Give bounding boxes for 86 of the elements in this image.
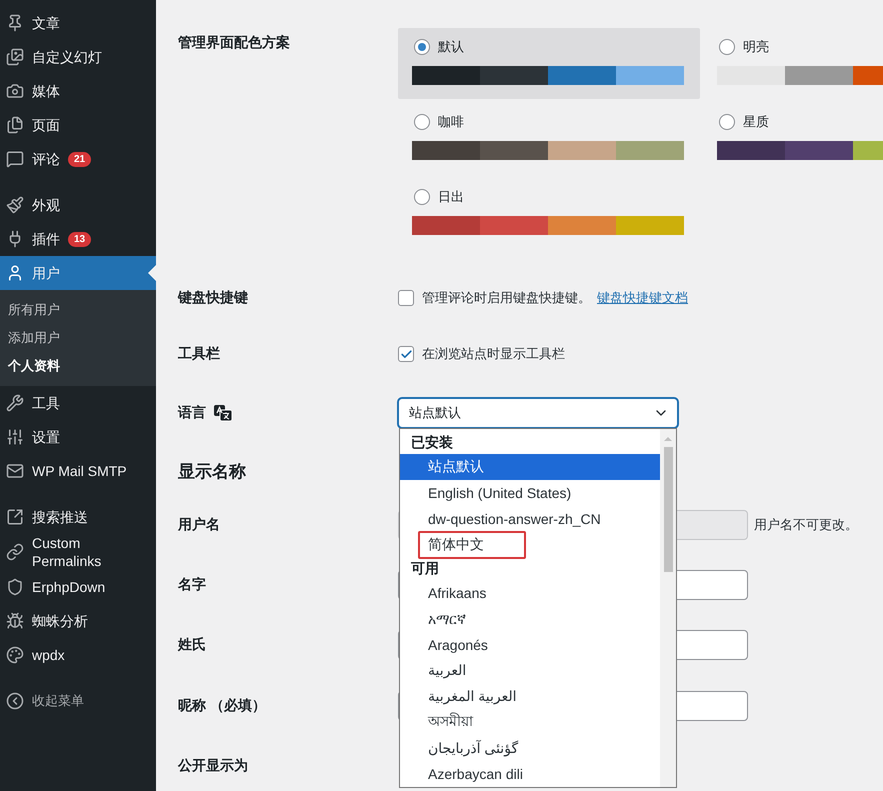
menu-item[interactable]: 页面 (0, 108, 156, 142)
dropdown-option[interactable]: অসমীয়া (400, 710, 660, 736)
scrollbar[interactable] (660, 429, 676, 787)
field-label: 工具栏 (178, 345, 221, 363)
field-label: 语言 (178, 404, 206, 422)
submenu-item[interactable]: 添加用户 (0, 324, 156, 352)
submenu-item[interactable]: 个人资料 (0, 352, 156, 380)
field-label: 键盘快捷键 (178, 289, 249, 307)
link-icon (6, 543, 24, 561)
radio-button[interactable] (414, 189, 430, 205)
menu-item[interactable]: 外观 (0, 188, 156, 222)
color-scheme-option[interactable]: 默认 (398, 28, 700, 99)
color-scheme-option[interactable]: 日出 (398, 178, 700, 249)
scheme-name: 星质 (743, 113, 769, 131)
menu-item[interactable]: ErphpDown (0, 570, 156, 604)
translate-icon (214, 405, 232, 421)
files-icon (6, 116, 24, 134)
count-badge: 13 (68, 232, 92, 246)
menu-item[interactable]: wpdx (0, 638, 156, 672)
sliders-icon (6, 428, 24, 446)
language-select[interactable]: 站点默认 (398, 398, 678, 428)
option-group-label: 可用 (410, 559, 440, 578)
scheme-name: 明亮 (743, 38, 769, 56)
scheme-name: 默认 (438, 38, 464, 56)
dropdown-option[interactable]: English (United States) (400, 480, 660, 506)
mail-icon (6, 462, 24, 480)
docs-link[interactable]: 键盘快捷键文档 (597, 289, 688, 307)
dropdown-option[interactable]: Aragonés (400, 632, 660, 658)
dropdown-option[interactable]: Azerbaycan dili (400, 761, 660, 787)
field-label: 管理界面配色方案 (178, 33, 291, 52)
user-icon (6, 264, 24, 282)
menu-item[interactable]: Custom Permalinks (0, 534, 156, 570)
camera-icon (6, 82, 24, 100)
section-heading: 显示名称 (178, 460, 246, 482)
checkbox[interactable] (398, 346, 414, 362)
dropdown-option[interactable]: العربية المغربية (400, 684, 660, 710)
menu-item[interactable]: 蜘蛛分析 (0, 604, 156, 638)
brush-icon (6, 196, 24, 214)
field-hint: 用户名不可更改。 (754, 516, 858, 534)
color-scheme-option[interactable]: 明亮 (703, 28, 883, 99)
menu-item[interactable]: 用户 (0, 256, 156, 290)
collapse-icon (6, 692, 24, 710)
menu-item[interactable]: 媒体 (0, 74, 156, 108)
radio-button[interactable] (719, 39, 735, 55)
count-badge: 21 (68, 152, 92, 166)
dropdown-option[interactable]: dw-question-answer-zh_CN (400, 506, 660, 532)
menu-item[interactable]: 评论 21 (0, 142, 156, 176)
checkbox[interactable] (398, 290, 414, 306)
menu-item[interactable]: 文章 (0, 6, 156, 40)
comment-icon (6, 150, 24, 168)
dropdown-option[interactable]: گؤنئی آذربایجان (400, 735, 660, 762)
scheme-name: 咖啡 (438, 113, 464, 131)
radio-button[interactable] (414, 39, 430, 55)
field-label: 公开显示为 (178, 757, 249, 775)
option-group-label: 已安装 (410, 433, 454, 452)
menu-item[interactable]: 自定义幻灯 (0, 40, 156, 74)
color-scheme-option[interactable]: 咖啡 (398, 103, 700, 174)
color-scheme-option[interactable]: 星质 (703, 103, 883, 174)
pin-icon (6, 14, 24, 32)
radio-button[interactable] (719, 114, 735, 130)
bug-icon (6, 612, 24, 630)
images-icon (6, 48, 24, 66)
collapse-menu-button[interactable]: 收起菜单 (0, 684, 156, 718)
checkbox-label: 在浏览站点时显示工具栏 (422, 345, 565, 363)
radio-button[interactable] (414, 114, 430, 130)
shield-icon (6, 578, 24, 596)
menu-item[interactable]: 设置 (0, 420, 156, 454)
external-link-icon (6, 508, 24, 526)
field-label: 名字 (178, 576, 207, 594)
menu-item[interactable]: WP Mail SMTP (0, 454, 156, 488)
dropdown-option[interactable]: Afrikaans (400, 580, 660, 606)
field-label: 昵称 （必填） (178, 697, 267, 715)
dropdown-option[interactable]: አማርኛ (400, 606, 660, 632)
scheme-name: 日出 (438, 188, 464, 206)
highlighted-option[interactable]: 简体中文 (418, 530, 526, 559)
menu-item[interactable]: 工具 (0, 386, 156, 420)
menu-item[interactable]: 插件 13 (0, 222, 156, 256)
submenu-item[interactable]: 所有用户 (0, 296, 156, 324)
dropdown-option[interactable]: 站点默认 (400, 454, 660, 480)
checkbox-label: 管理评论时启用键盘快捷键。 (422, 289, 591, 307)
field-label: 用户名 (178, 516, 221, 534)
wrench-icon (6, 394, 24, 412)
palette-icon (6, 646, 24, 664)
menu-item[interactable]: 搜索推送 (0, 500, 156, 534)
dropdown-option[interactable]: العربية (400, 658, 660, 684)
field-label: 姓氏 (178, 636, 207, 654)
